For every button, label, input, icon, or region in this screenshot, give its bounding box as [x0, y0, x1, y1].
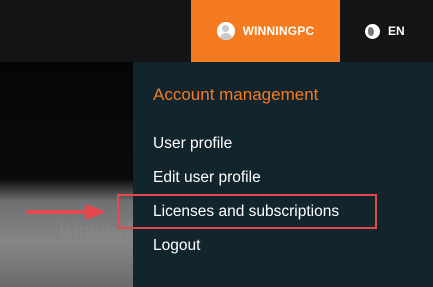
- user-avatar-icon: [216, 22, 235, 40]
- page: WINNINGPC EN WinningPC Account managemen…: [0, 0, 433, 287]
- language-code: EN: [388, 24, 405, 38]
- language-selector[interactable]: EN: [365, 0, 405, 62]
- menu-item-logout[interactable]: Logout: [153, 237, 200, 255]
- account-name: WINNINGPC: [242, 24, 315, 38]
- menu-heading: Account management: [153, 85, 319, 104]
- account-button[interactable]: WINNINGPC: [191, 0, 340, 62]
- globe-icon: [365, 23, 380, 39]
- menu-item-licenses-and-subscriptions[interactable]: Licenses and subscriptions: [153, 203, 339, 221]
- top-bar: WINNINGPC EN: [0, 0, 433, 62]
- menu-item-edit-user-profile[interactable]: Edit user profile: [153, 169, 261, 187]
- account-dropdown-menu: Account management User profile Edit use…: [133, 62, 433, 287]
- background-area: [0, 62, 133, 287]
- menu-item-user-profile[interactable]: User profile: [153, 135, 232, 153]
